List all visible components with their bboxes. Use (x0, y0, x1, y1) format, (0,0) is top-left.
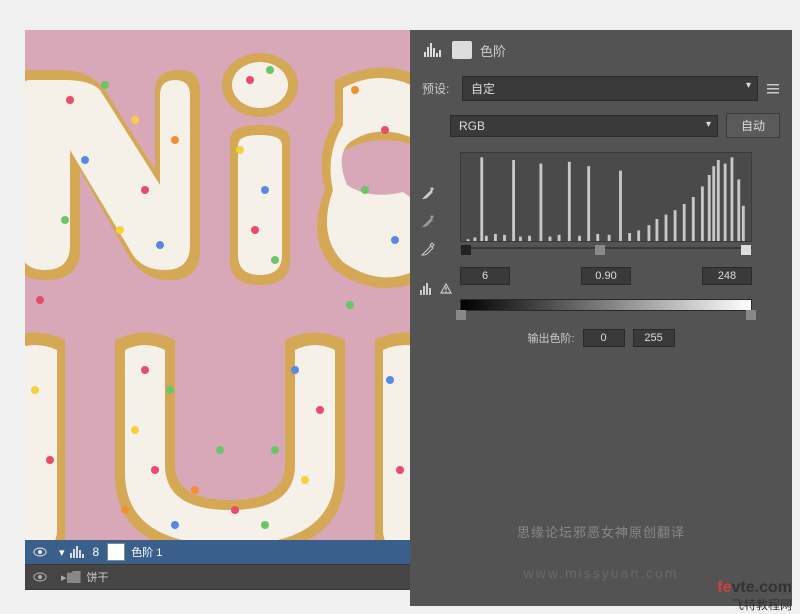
auto-button[interactable]: 自动 (726, 113, 780, 138)
histogram-display (460, 152, 752, 242)
cookie-artwork (25, 30, 410, 540)
highlight-slider[interactable] (741, 245, 751, 255)
preset-dropdown[interactable]: 自定 (462, 76, 758, 101)
clip-warning-icon[interactable] (420, 282, 452, 296)
input-highlight-field[interactable] (702, 267, 752, 285)
canvas-area[interactable] (25, 30, 410, 540)
credit-text: 思缘论坛邪恶女神原创翻译 (410, 522, 792, 541)
layer-row-levels[interactable]: ▾ 8 色阶 1 (25, 540, 410, 565)
input-shadow-field[interactable] (460, 267, 510, 285)
eyedropper-gray-icon[interactable] (420, 213, 436, 229)
layers-panel: ▾ 8 色阶 1 ▸ 饼干 (25, 540, 410, 590)
layer-name: 饼干 (87, 569, 109, 585)
preset-row: 预设: 自定 (410, 70, 792, 107)
layer-mask-thumb[interactable] (107, 543, 125, 561)
input-sliders (460, 247, 752, 259)
output-high-field[interactable] (633, 329, 675, 347)
input-level-values (460, 267, 752, 285)
visibility-icon[interactable] (33, 570, 47, 584)
channel-row: RGB 自动 (410, 107, 792, 144)
layer-name: 色阶 1 (131, 544, 162, 560)
panel-title: 色阶 (480, 41, 506, 60)
output-high-slider[interactable] (746, 310, 756, 320)
channel-dropdown[interactable]: RGB (450, 115, 718, 137)
properties-panel: 色阶 预设: 自定 RGB 自动 输出色阶: (410, 30, 792, 606)
layer-row-group[interactable]: ▸ 饼干 (25, 565, 410, 590)
midtone-slider[interactable] (595, 245, 605, 255)
histogram-icon (422, 40, 444, 60)
input-mid-field[interactable] (581, 267, 631, 285)
shadow-slider[interactable] (461, 245, 471, 255)
properties-header: 色阶 (410, 30, 792, 70)
histogram-icon (69, 545, 87, 559)
folder-icon (67, 571, 81, 583)
output-label: 输出色阶: (527, 330, 574, 346)
output-low-slider[interactable] (456, 310, 466, 320)
preset-label: 预设: (422, 80, 454, 97)
visibility-icon[interactable] (33, 545, 47, 559)
output-low-field[interactable] (583, 329, 625, 347)
watermark: fevte.com 飞特教程网 (717, 578, 792, 612)
output-gradient (460, 299, 752, 311)
eyedropper-white-icon[interactable] (420, 241, 436, 257)
preset-menu-icon[interactable] (766, 82, 780, 96)
output-level-row: 输出色阶: (410, 329, 792, 347)
eyedropper-tools (420, 185, 436, 257)
mask-icon[interactable] (452, 41, 472, 59)
eyedropper-black-icon[interactable] (420, 185, 436, 201)
